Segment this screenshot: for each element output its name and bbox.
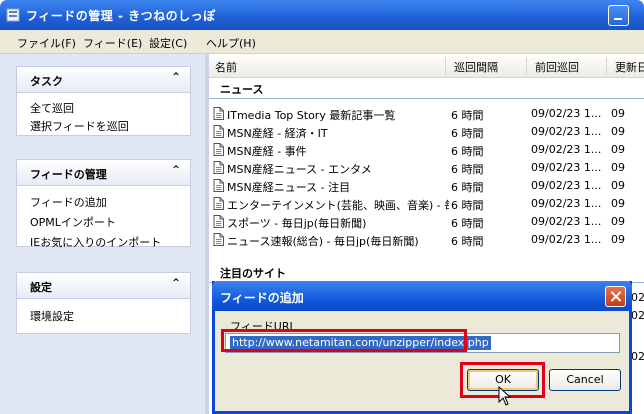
table-row[interactable]: スポーツ - 毎日jp(毎日新聞) 6 時間 09/02/23 1... 09 [209,213,644,231]
collapse-icon[interactable]: ⌃ [171,70,181,84]
feed-last-crawl: 09/02/23 1... [531,161,602,174]
collapse-icon[interactable]: ⌃ [171,163,181,177]
partial-date: 02 [631,291,644,304]
rss-feed-icon [213,143,224,156]
feed-name: MSN産経ニュース - 注目 [227,181,351,194]
group-tasks: タスク ⌃ 全て巡回 選択フィードを巡回 [16,66,191,136]
table-row[interactable]: MSN産経 - 経済・IT 6 時間 09/02/23 1... 09 [209,123,644,141]
feed-last-crawl: 09/02/23 1... [531,215,602,228]
column-headers: 名前 巡回間隔 前回巡回 更新日 [209,54,644,78]
rss-feed-icon [213,125,224,138]
dialog-titlebar: フィードの追加 [212,281,632,311]
task-sidebar: タスク ⌃ 全て巡回 選択フィードを巡回 フィードの管理 ⌃ フィードの追加 O… [0,54,205,414]
feed-interval: 6 時間 [451,163,484,176]
feed-updated: 09 [611,233,625,246]
rss-feed-icon [213,197,224,210]
task-opml-import[interactable]: OPMLインポート [30,214,116,230]
feed-name: MSN産経 - 経済・IT [227,127,328,140]
feed-updated: 09 [611,143,625,156]
rss-feed-icon [213,161,224,174]
url-highlight-box [221,329,467,352]
list-group-news: ニュース [220,83,264,96]
feed-interval: 6 時間 [451,235,484,248]
group-title: フィードの管理 [30,168,107,181]
rss-feed-icon [213,215,224,228]
table-row[interactable]: MSN産経ニュース - 注目 6 時間 09/02/23 1... 09 [209,177,644,195]
table-row[interactable]: エンターテインメント(芸能、映画、音楽) - 毎... 6 時間 09/02/23 … [209,195,644,213]
feed-interval: 6 時間 [451,181,484,194]
feed-name: スポーツ - 毎日jp(毎日新聞) [227,217,367,230]
menu-feed[interactable]: フィード(E) [83,35,142,51]
feed-name: ニュース速報(総合) - 毎日jp(毎日新聞) [227,235,419,248]
list-group-featured: 注目のサイト [220,267,286,280]
table-row[interactable]: ITmedia Top Story 最新記事一覧 6 時間 09/02/23 1..… [209,105,644,123]
feed-interval: 6 時間 [451,199,484,212]
partial-date: 02 [631,309,644,322]
feed-updated: 09 [611,197,625,210]
table-row[interactable]: MSN産経 - 事件 6 時間 09/02/23 1... 09 [209,141,644,159]
column-interval[interactable]: 巡回間隔 [454,59,498,75]
column-updated[interactable]: 更新日 [615,59,644,75]
menu-settings[interactable]: 設定(C) [149,35,187,51]
group-title: タスク [30,75,63,88]
cancel-button[interactable]: Cancel [549,369,621,391]
window-title: フィードの管理 - きつねのしっぽ [26,9,216,23]
group-title: 設定 [30,281,52,294]
add-feed-dialog: フィードの追加 フィードURL http://www.netamitan.com… [212,281,632,414]
column-name[interactable]: 名前 [215,59,237,75]
task-crawl-all[interactable]: 全て巡回 [30,100,74,116]
app-icon [6,8,20,22]
group-header[interactable]: タスク ⌃ [17,67,190,93]
column-last-crawl[interactable]: 前回巡回 [535,59,579,75]
menu-file[interactable]: ファイル(F) [17,35,76,51]
feed-updated: 09 [611,161,625,174]
partial-date: 02 [631,350,644,363]
feed-last-crawl: 09/02/23 1... [531,143,602,156]
task-ie-favorites-import[interactable]: IEお気に入りのインポート [30,234,161,250]
feed-name: MSN産経ニュース - エンタメ [227,163,372,176]
feed-interval: 6 時間 [451,217,484,230]
task-preferences[interactable]: 環境設定 [30,308,74,324]
task-crawl-selected[interactable]: 選択フィードを巡回 [30,118,129,134]
collapse-icon[interactable]: ⌃ [171,276,181,290]
group-header[interactable]: フィードの管理 ⌃ [17,160,190,186]
mouse-cursor-icon [498,386,512,406]
feed-updated: 09 [611,107,625,120]
feed-interval: 6 時間 [451,109,484,122]
feed-last-crawl: 09/02/23 1... [531,107,602,120]
feed-updated: 09 [611,125,625,138]
group-divider [209,98,644,99]
menu-bar: ファイル(F) フィード(E) 設定(C) ヘルプ(H) [0,30,644,54]
feed-last-crawl: 09/02/23 1... [531,197,602,210]
feed-last-crawl: 09/02/23 1... [531,179,602,192]
feed-name: MSN産経 - 事件 [227,145,307,158]
group-header[interactable]: 設定 ⌃ [17,273,190,299]
minimize-icon[interactable] [608,5,629,26]
group-feed-management: フィードの管理 ⌃ フィードの追加 OPMLインポート IEお気に入りのインポー… [16,159,191,250]
feed-updated: 09 [611,179,625,192]
dialog-title: フィードの追加 [220,291,304,305]
feed-updated: 09 [611,215,625,228]
feed-name: ITmedia Top Story 最新記事一覧 [227,109,396,122]
group-settings: 設定 ⌃ 環境設定 [16,272,191,334]
rss-feed-icon [213,179,224,192]
table-row[interactable]: ニュース速報(総合) - 毎日jp(毎日新聞) 6 時間 09/02/23 1...… [209,231,644,249]
feed-last-crawl: 09/02/23 1... [531,125,602,138]
main-window-titlebar: フィードの管理 - きつねのしっぽ [0,0,644,30]
feed-interval: 6 時間 [451,145,484,158]
feed-interval: 6 時間 [451,127,484,140]
rss-feed-icon [213,107,224,120]
close-icon[interactable] [605,286,626,307]
feed-last-crawl: 09/02/23 1... [531,233,602,246]
feed-name: エンターテインメント(芸能、映画、音楽) - 毎... [227,199,449,212]
menu-help[interactable]: ヘルプ(H) [206,35,256,51]
task-add-feed[interactable]: フィードの追加 [30,194,107,210]
table-row[interactable]: MSN産経ニュース - エンタメ 6 時間 09/02/23 1... 09 [209,159,644,177]
rss-feed-icon [213,233,224,246]
